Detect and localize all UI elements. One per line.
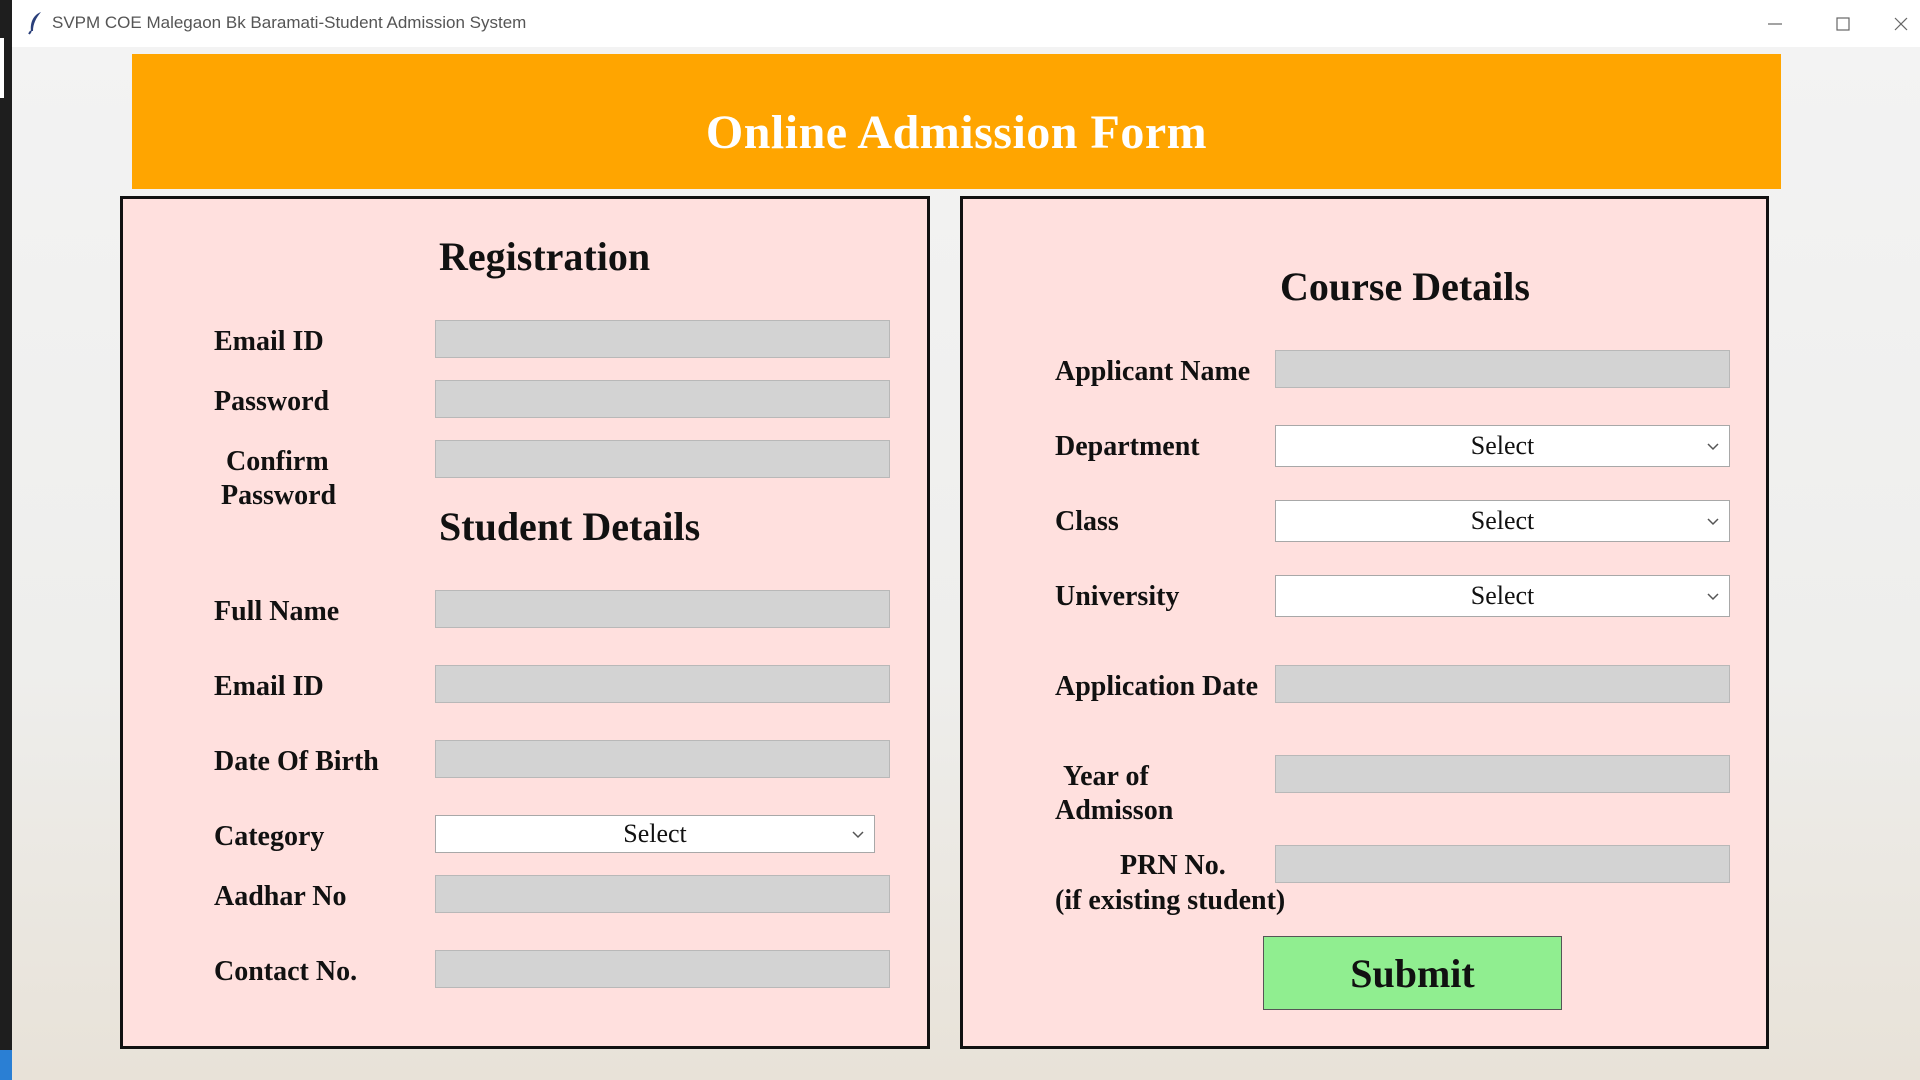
full-name-input[interactable] bbox=[435, 590, 890, 628]
student-email-input[interactable] bbox=[435, 665, 890, 703]
dob-label: Date Of Birth bbox=[214, 746, 379, 777]
category-select[interactable]: Select bbox=[435, 815, 875, 853]
application-date-input[interactable] bbox=[1275, 665, 1730, 703]
department-select[interactable]: Select bbox=[1275, 425, 1730, 467]
applicant-name-input[interactable] bbox=[1275, 350, 1730, 388]
chevron-down-icon bbox=[1707, 518, 1719, 526]
university-select[interactable]: Select bbox=[1275, 575, 1730, 617]
class-label: Class bbox=[1055, 506, 1119, 537]
applicant-name-label: Applicant Name bbox=[1055, 356, 1251, 387]
registration-heading: Registration bbox=[439, 234, 651, 279]
prn-label-line2: (if existing student) bbox=[1055, 885, 1286, 916]
confirm-password-label-line1: Confirm bbox=[226, 446, 329, 477]
minimize-button[interactable] bbox=[1741, 0, 1809, 47]
close-icon bbox=[1894, 17, 1908, 30]
close-button[interactable] bbox=[1867, 0, 1920, 47]
email-label: Email ID bbox=[214, 326, 324, 357]
minimize-icon bbox=[1768, 22, 1782, 25]
student-email-label: Email ID bbox=[214, 671, 324, 702]
submit-button[interactable]: Submit bbox=[1263, 936, 1562, 1010]
password-input[interactable] bbox=[435, 380, 890, 418]
password-label: Password bbox=[214, 386, 330, 417]
department-label: Department bbox=[1055, 431, 1200, 462]
submit-button-label: Submit bbox=[1350, 950, 1475, 996]
university-select-value: Select bbox=[1470, 581, 1535, 610]
class-select[interactable]: Select bbox=[1275, 500, 1730, 542]
page-title: Online Admission Form bbox=[705, 106, 1208, 159]
department-select-value: Select bbox=[1470, 431, 1535, 460]
year-of-admission-label-line1: Year of bbox=[1063, 761, 1149, 792]
university-label: University bbox=[1055, 581, 1180, 612]
title-bar[interactable]: SVPM COE Malegaon Bk Baramati-Student Ad… bbox=[12, 0, 1920, 47]
full-name-label: Full Name bbox=[214, 596, 340, 627]
feather-icon bbox=[28, 12, 41, 35]
dob-input[interactable] bbox=[435, 740, 890, 778]
confirm-password-input[interactable] bbox=[435, 440, 890, 478]
category-select-value: Select bbox=[623, 819, 687, 848]
taskbar-edge bbox=[0, 1050, 12, 1080]
contact-input[interactable] bbox=[435, 950, 890, 988]
class-select-value: Select bbox=[1470, 506, 1535, 535]
chevron-down-icon bbox=[852, 831, 864, 839]
confirm-password-label-line2: Password bbox=[221, 480, 337, 511]
window-edge-mark bbox=[0, 38, 4, 98]
aadhar-input[interactable] bbox=[435, 875, 890, 913]
aadhar-label: Aadhar No bbox=[214, 881, 347, 912]
year-of-admission-label-line2: Admisson bbox=[1055, 795, 1174, 826]
category-label: Category bbox=[214, 821, 325, 852]
contact-label: Contact No. bbox=[214, 956, 358, 987]
course-details-heading: Course Details bbox=[1280, 264, 1530, 309]
year-of-admission-input[interactable] bbox=[1275, 755, 1730, 793]
prn-label-line1: PRN No. bbox=[1120, 850, 1226, 881]
email-input[interactable] bbox=[435, 320, 890, 358]
application-date-label: Application Date bbox=[1055, 671, 1258, 702]
student-details-heading: Student Details bbox=[439, 504, 701, 549]
maximize-icon bbox=[1836, 16, 1850, 31]
window-title: SVPM COE Malegaon Bk Baramati-Student Ad… bbox=[52, 13, 527, 32]
course-details-panel bbox=[960, 196, 1769, 1049]
chevron-down-icon bbox=[1707, 443, 1719, 451]
prn-input[interactable] bbox=[1275, 845, 1730, 883]
chevron-down-icon bbox=[1707, 593, 1719, 601]
header-banner: Online Admission Form bbox=[132, 54, 1781, 189]
